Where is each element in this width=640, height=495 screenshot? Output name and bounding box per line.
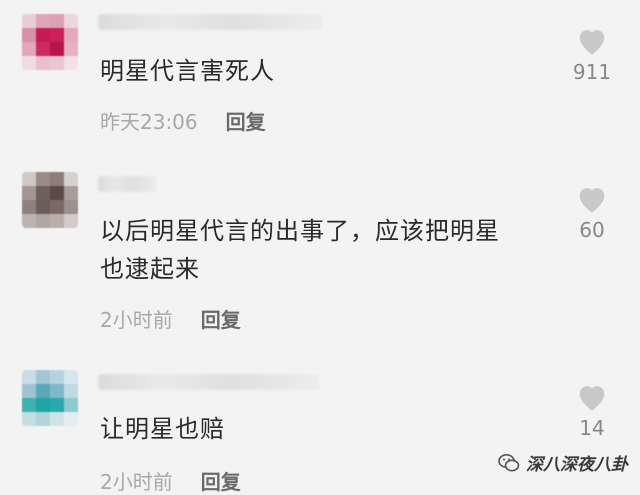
comment-meta: 昨天23:06 回复 bbox=[100, 106, 266, 135]
username-redacted[interactable] bbox=[98, 14, 323, 30]
comment-text: 让明星也赔 bbox=[100, 415, 225, 443]
comment-time: 昨天23:06 bbox=[100, 110, 198, 134]
avatar[interactable] bbox=[22, 14, 78, 70]
like-count: 911 bbox=[572, 60, 612, 84]
wechat-icon bbox=[498, 453, 520, 471]
like-button[interactable]: 14 bbox=[562, 382, 622, 440]
avatar[interactable] bbox=[22, 172, 78, 228]
like-count: 60 bbox=[579, 218, 605, 242]
comment-meta: 2小时前 回复 bbox=[100, 304, 241, 333]
comment-text: 以后明星代言的出事了，应该把明星 也逮起来 bbox=[100, 217, 500, 283]
comment-text: 明星代言害死人 bbox=[100, 57, 275, 85]
heart-icon bbox=[579, 386, 605, 411]
reply-button[interactable]: 回复 bbox=[201, 304, 241, 333]
like-count: 14 bbox=[579, 416, 605, 440]
reply-button[interactable]: 回复 bbox=[201, 466, 241, 495]
comment-time: 2小时前 bbox=[100, 308, 173, 332]
username-redacted[interactable] bbox=[98, 374, 320, 390]
like-button[interactable]: 60 bbox=[562, 184, 622, 242]
heart-icon bbox=[579, 30, 605, 55]
watermark: 深八深夜八卦 bbox=[498, 450, 628, 475]
like-button[interactable]: 911 bbox=[562, 26, 622, 84]
comment-meta: 2小时前 回复 bbox=[100, 466, 241, 495]
avatar[interactable] bbox=[22, 370, 78, 426]
comment-time: 2小时前 bbox=[100, 470, 173, 494]
reply-button[interactable]: 回复 bbox=[226, 106, 266, 135]
heart-icon bbox=[579, 188, 605, 213]
username-redacted[interactable] bbox=[98, 176, 156, 192]
watermark-text: 深八深夜八卦 bbox=[526, 455, 628, 475]
